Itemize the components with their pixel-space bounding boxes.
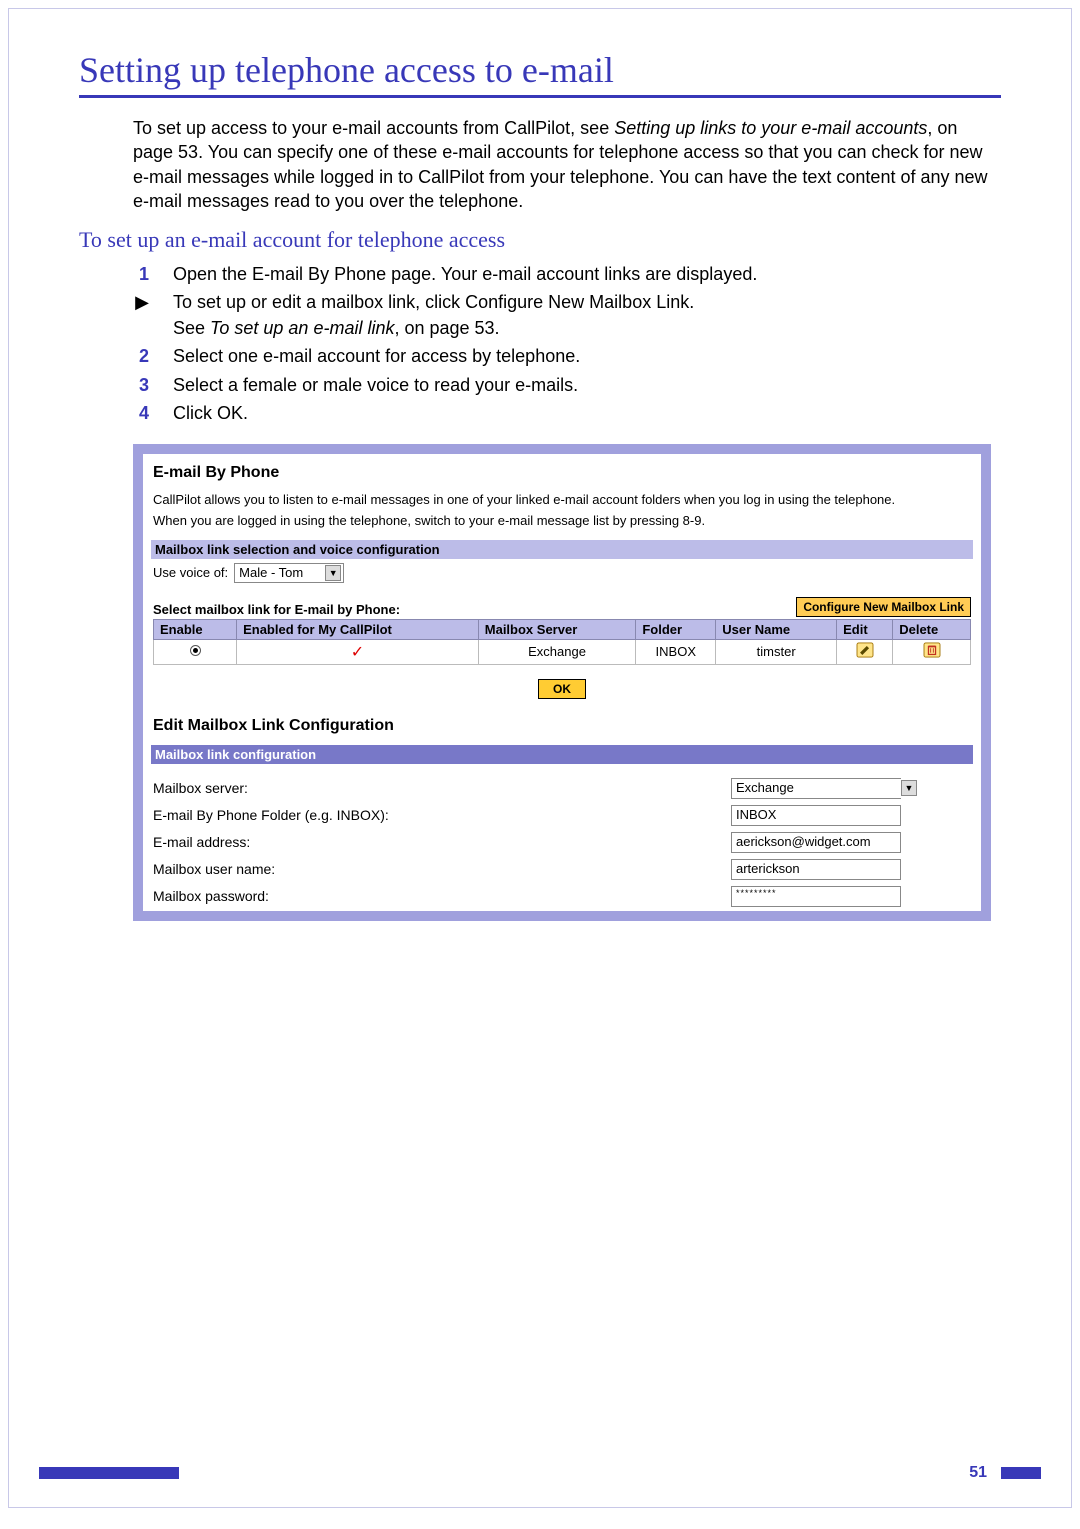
step-number: 1 [133, 261, 149, 287]
page-title: Setting up telephone access to e-mail [79, 49, 1001, 91]
chevron-down-icon[interactable]: ▼ [901, 780, 917, 796]
col-edit: Edit [837, 619, 893, 639]
voice-value: Male - Tom [239, 565, 303, 580]
mailbox-server-value: Exchange [731, 778, 901, 799]
table-row: ✓ Exchange INBOX timster [154, 639, 971, 664]
col-enable: Enable [154, 619, 237, 639]
cell-user: timster [716, 639, 837, 664]
page-footer: 51 [9, 1464, 1071, 1482]
mailbox-password-input[interactable]: ********* [731, 886, 901, 907]
step-link-text: To set up an e-mail link [210, 318, 394, 338]
email-address-label: E-mail address: [153, 834, 711, 850]
edit-mailbox-heading: Edit Mailbox Link Configuration [153, 717, 971, 735]
step-item: 3 Select a female or male voice to read … [133, 372, 1001, 398]
intro-paragraph: To set up access to your e-mail accounts… [133, 116, 991, 213]
step-text: To set up or edit a mailbox link, click … [173, 289, 694, 341]
folder-input[interactable]: INBOX [731, 805, 901, 826]
voice-label: Use voice of: [153, 565, 228, 580]
step-item: ▶ To set up or edit a mailbox link, clic… [133, 289, 1001, 341]
mailbox-username-input[interactable]: arterickson [731, 859, 901, 880]
check-icon: ✓ [351, 644, 364, 661]
col-folder: Folder [636, 619, 716, 639]
footer-bar-right [1001, 1467, 1041, 1479]
step-text-post: , on page 53. [394, 318, 499, 338]
voice-dropdown[interactable]: Male - Tom ▼ [234, 563, 344, 583]
section-subheading: To set up an e-mail account for telephon… [79, 227, 1001, 253]
step-item: 2 Select one e-mail account for access b… [133, 343, 1001, 369]
select-mailbox-label: Select mailbox link for E-mail by Phone: [153, 602, 400, 617]
cell-folder: INBOX [636, 639, 716, 664]
email-by-phone-panel: E-mail By Phone CallPilot allows you to … [133, 444, 991, 921]
mailbox-table: Enable Enabled for My CallPilot Mailbox … [153, 619, 971, 665]
step-item: 1 Open the E-mail By Phone page. Your e-… [133, 261, 1001, 287]
mailbox-config-form: Mailbox server: Exchange ▼ E-mail By Pho… [153, 778, 971, 907]
mailbox-link-selection-header: Mailbox link selection and voice configu… [151, 540, 973, 559]
steps-list: 1 Open the E-mail By Phone page. Your e-… [133, 261, 1001, 426]
step-number: 2 [133, 343, 149, 369]
chevron-down-icon[interactable]: ▼ [325, 565, 341, 581]
email-address-input[interactable]: aerickson@widget.com [731, 832, 901, 853]
col-user-name: User Name [716, 619, 837, 639]
trash-icon[interactable] [923, 646, 941, 661]
page-number: 51 [969, 1464, 987, 1482]
step-number: 3 [133, 372, 149, 398]
title-rule [79, 95, 1001, 98]
col-mailbox-server: Mailbox Server [478, 619, 636, 639]
cell-server: Exchange [478, 639, 636, 664]
edit-icon[interactable] [856, 646, 874, 661]
col-enabled-callpilot: Enabled for My CallPilot [237, 619, 479, 639]
configure-new-mailbox-button[interactable]: Configure New Mailbox Link [796, 597, 971, 617]
intro-pre: To set up access to your e-mail accounts… [133, 118, 614, 138]
mailbox-server-label: Mailbox server: [153, 780, 711, 796]
col-delete: Delete [893, 619, 971, 639]
enable-radio[interactable] [190, 645, 201, 656]
help-text-1: CallPilot allows you to listen to e-mail… [153, 492, 971, 509]
mailbox-server-dropdown[interactable]: Exchange ▼ [731, 778, 971, 799]
intro-link-text: Setting up links to your e-mail accounts [614, 118, 927, 138]
voice-row: Use voice of: Male - Tom ▼ [153, 563, 971, 583]
step-item: 4 Click OK. [133, 400, 1001, 426]
step-text: Click OK. [173, 400, 248, 426]
step-text: Open the E-mail By Phone page. Your e-ma… [173, 261, 757, 287]
mailbox-username-label: Mailbox user name: [153, 861, 711, 877]
folder-label: E-mail By Phone Folder (e.g. INBOX): [153, 807, 711, 823]
step-text: Select one e-mail account for access by … [173, 343, 580, 369]
step-number: 4 [133, 400, 149, 426]
ok-button[interactable]: OK [538, 679, 586, 699]
footer-bar-left [39, 1467, 179, 1479]
bullet-arrow-icon: ▶ [133, 289, 149, 341]
email-by-phone-heading: E-mail By Phone [153, 464, 971, 482]
mailbox-link-config-header: Mailbox link configuration [151, 745, 973, 764]
help-text-2: When you are logged in using the telepho… [153, 513, 971, 530]
mailbox-password-label: Mailbox password: [153, 888, 711, 904]
step-text: Select a female or male voice to read yo… [173, 372, 578, 398]
